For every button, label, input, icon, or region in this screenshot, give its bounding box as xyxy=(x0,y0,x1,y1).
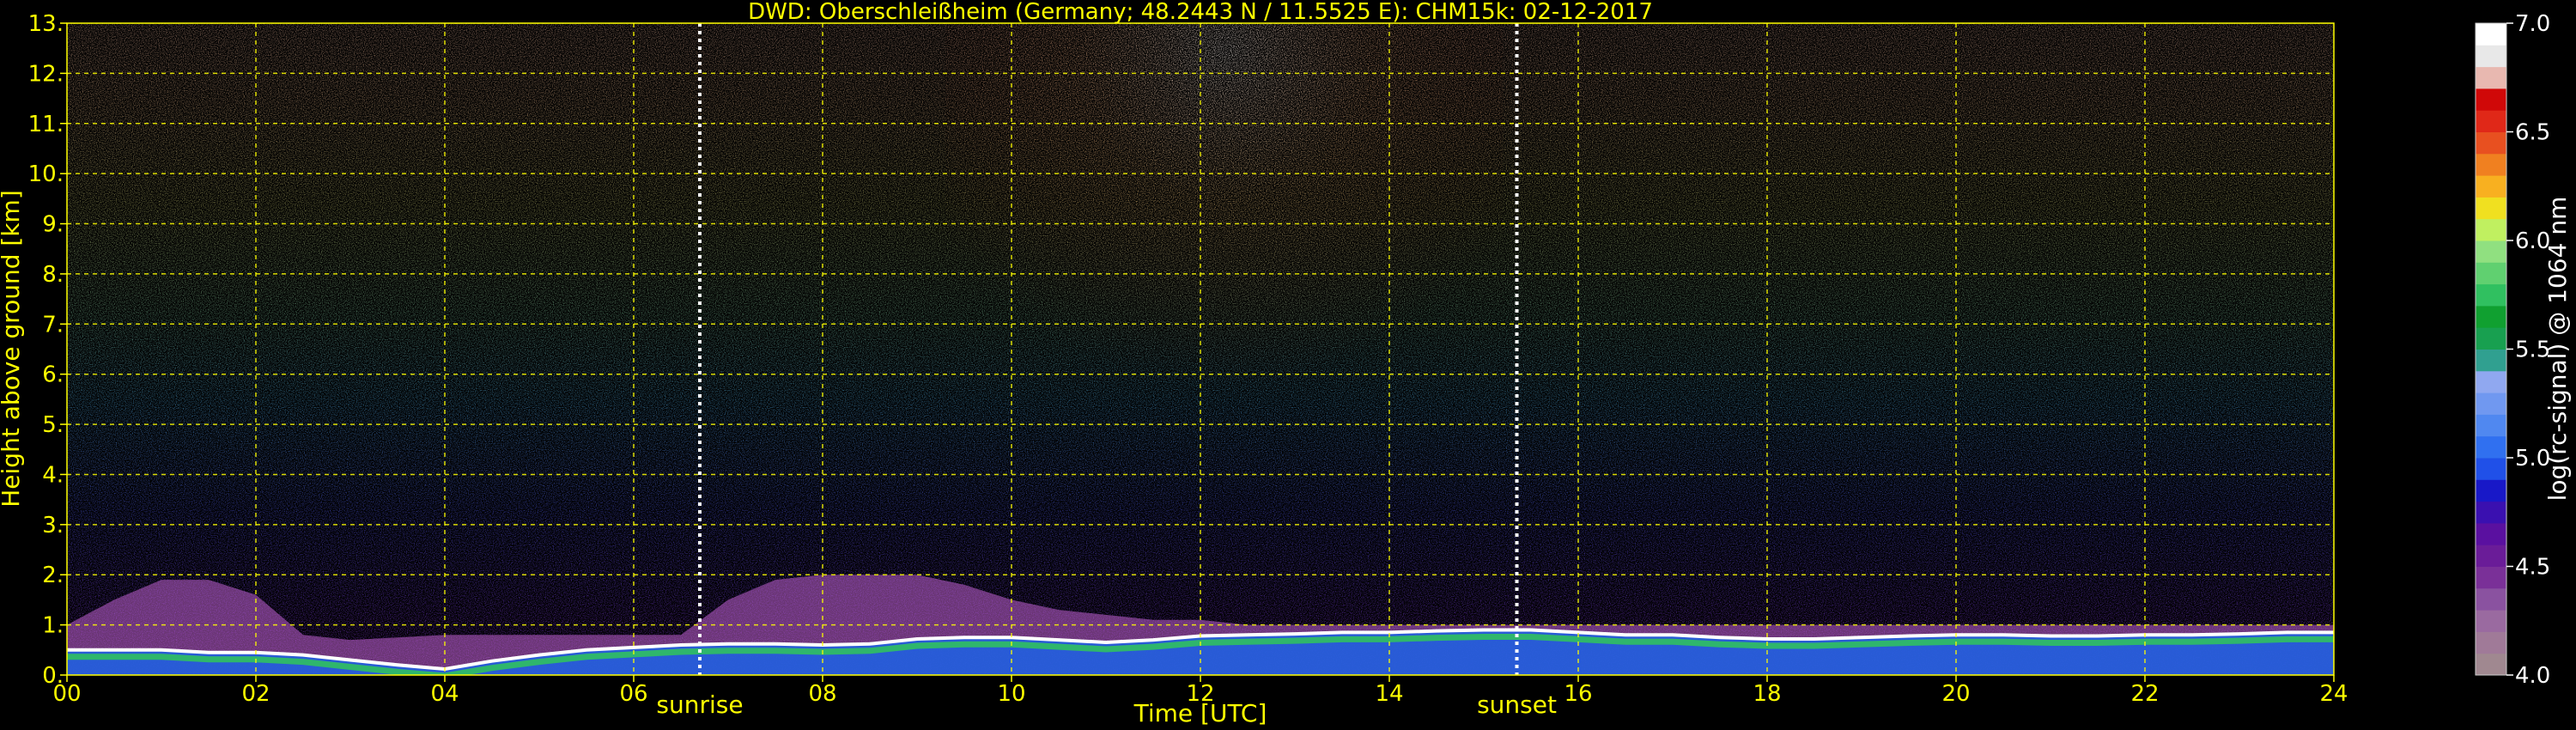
y-tick-label: 6. xyxy=(42,362,64,388)
colorbar-swatch xyxy=(2476,45,2506,68)
y-tick-label: 10. xyxy=(28,161,64,187)
x-tick-label: 00 xyxy=(52,681,81,707)
colorbar-swatch xyxy=(2476,131,2506,155)
colorbar-swatch xyxy=(2476,435,2506,459)
sun-marker-label: sunrise xyxy=(656,690,743,719)
x-tick-label: 20 xyxy=(1941,681,1970,707)
colorbar-swatch xyxy=(2476,197,2506,220)
colorbar-swatch xyxy=(2476,414,2506,437)
y-tick-label: 7. xyxy=(42,312,64,338)
x-tick-label: 06 xyxy=(619,681,647,707)
colorbar-label: log(rc-signal) @ 1064 nm xyxy=(2543,197,2572,502)
x-tick-label: 08 xyxy=(808,681,836,707)
colorbar-swatch xyxy=(2476,631,2506,654)
colorbar-swatch xyxy=(2476,240,2506,263)
x-tick-label: 14 xyxy=(1375,681,1403,707)
colorbar-swatch xyxy=(2476,458,2506,480)
x-tick-label: 10 xyxy=(997,681,1025,707)
x-tick-label: 02 xyxy=(241,681,270,707)
sun-marker-label: sunset xyxy=(1477,690,1557,719)
lidar-heatmap-chart: sunrise sunset 0.1.2.3.4.5.6.7.8.9.10.11.… xyxy=(0,0,2572,727)
y-tick-label: 9. xyxy=(42,212,64,238)
colorbar-swatch xyxy=(2476,370,2506,393)
y-tick-label: 1. xyxy=(42,613,64,639)
y-axis-label: Height above ground [km] xyxy=(0,190,25,508)
colorbar-swatch xyxy=(2476,522,2506,545)
colorbar-tick-label: 4.5 xyxy=(2515,555,2550,581)
y-tick-label: 2. xyxy=(42,563,64,588)
x-tick-label: 18 xyxy=(1753,681,1781,707)
colorbar-swatch xyxy=(2476,175,2506,198)
colorbar-swatch xyxy=(2476,110,2506,132)
colorbar-tick-label: 4.0 xyxy=(2515,663,2550,689)
colorbar-tick-label: 6.5 xyxy=(2515,120,2550,146)
colorbar-swatch xyxy=(2476,327,2506,350)
y-tick-label: 12. xyxy=(28,61,64,87)
y-tick-label: 5. xyxy=(42,412,64,438)
x-tick-label: 22 xyxy=(2130,681,2159,707)
x-axis-label: Time [UTC] xyxy=(1133,699,1267,727)
colorbar-swatch xyxy=(2476,653,2506,676)
colorbar-swatch xyxy=(2476,153,2506,176)
colorbar-swatch xyxy=(2476,23,2506,46)
colorbar xyxy=(2476,23,2506,676)
colorbar-swatch xyxy=(2476,66,2506,89)
colorbar-swatch xyxy=(2476,479,2506,502)
y-tick-label: 3. xyxy=(42,513,64,538)
chart-title: DWD: Oberschleißheim (Germany; 48.2443 N… xyxy=(748,0,1653,25)
colorbar-swatch xyxy=(2476,544,2506,567)
colorbar-tick-label: 7.0 xyxy=(2515,11,2550,37)
x-tick-label: 24 xyxy=(2319,681,2348,707)
colorbar-swatch xyxy=(2476,305,2506,328)
colorbar-swatch xyxy=(2476,283,2506,307)
colorbar-swatch xyxy=(2476,610,2506,632)
colorbar-swatch xyxy=(2476,392,2506,415)
y-tick-label: 11. xyxy=(28,112,64,137)
y-axis-ticks: 0.1.2.3.4.5.6.7.8.9.10.11.12.13. xyxy=(28,11,67,689)
y-tick-label: 13. xyxy=(28,11,64,37)
colorbar-swatch xyxy=(2476,501,2506,524)
y-tick-label: 4. xyxy=(42,462,64,488)
chart-figure: sunrise sunset 0. 1. 2. 3. 4. 5. 6. 7. 8. 9. 10. 11.… xyxy=(0,0,2576,730)
colorbar-swatch xyxy=(2476,88,2506,111)
y-tick-label: 8. xyxy=(42,262,64,288)
colorbar-swatch xyxy=(2476,262,2506,285)
colorbar-swatch xyxy=(2476,566,2506,589)
colorbar-swatch xyxy=(2476,349,2506,372)
x-tick-label: 04 xyxy=(430,681,459,707)
colorbar-swatch xyxy=(2476,587,2506,611)
x-tick-label: 16 xyxy=(1564,681,1592,707)
colorbar-swatch xyxy=(2476,218,2506,241)
